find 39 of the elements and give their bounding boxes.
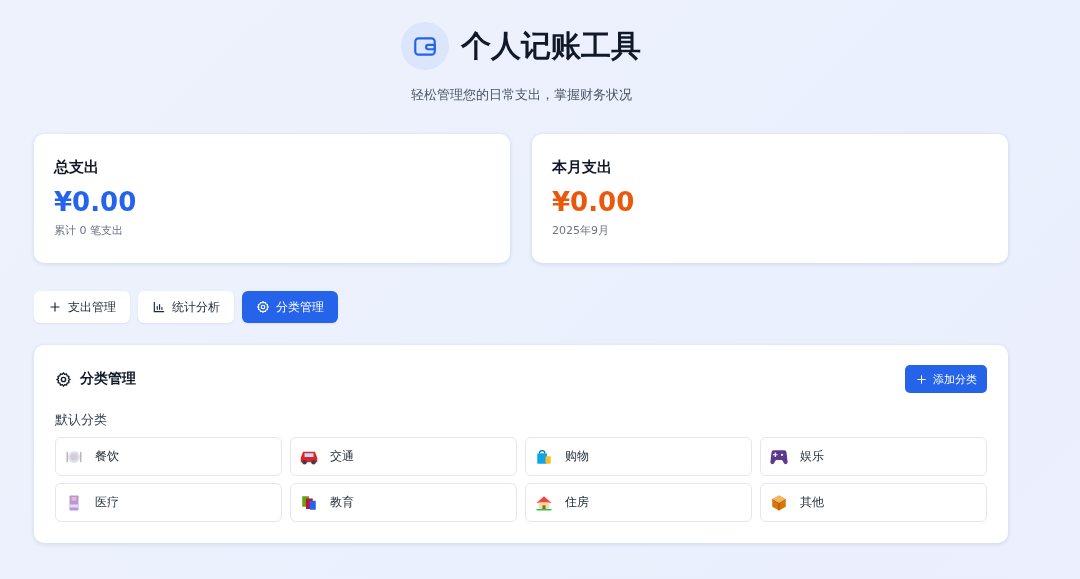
card-label: 本月支出 — [552, 158, 612, 177]
tab[interactable]: 支出管理 — [34, 291, 130, 323]
category-name: 住房 — [565, 494, 589, 511]
card-label: 总支出 — [54, 158, 99, 177]
category-name: 娱乐 — [800, 448, 824, 465]
gamepad-icon — [770, 447, 788, 466]
category-item[interactable]: 医疗 — [55, 483, 282, 522]
category-name: 其他 — [800, 494, 824, 511]
category-name: 交通 — [330, 448, 354, 465]
tab[interactable]: 统计分析 — [138, 291, 234, 323]
shopping-bag-icon — [535, 447, 553, 466]
amount-value: ¥0.00 — [552, 187, 635, 217]
category-item[interactable]: 教育 — [290, 483, 517, 522]
tab[interactable]: 分类管理 — [242, 291, 338, 323]
category-item[interactable]: 住房 — [525, 483, 752, 522]
settings-icon — [256, 300, 270, 314]
panel-title: 分类管理 — [80, 370, 136, 388]
category-item[interactable]: 娱乐 — [760, 437, 987, 476]
category-name: 教育 — [330, 494, 354, 511]
package-icon — [770, 493, 788, 512]
app-title: 个人记账工具 — [461, 26, 641, 65]
section-label: 默认分类 — [55, 411, 107, 429]
add-category-button[interactable]: 添加分类 — [905, 365, 987, 393]
amount-value: ¥0.00 — [54, 187, 137, 217]
category-item[interactable]: 购物 — [525, 437, 752, 476]
card-note: 累计 0 笔支出 — [54, 223, 123, 238]
category-name: 餐饮 — [95, 448, 119, 465]
category-name: 购物 — [565, 448, 589, 465]
bar-chart-icon — [152, 300, 166, 314]
plus-icon — [915, 372, 928, 386]
app-subtitle: 轻松管理您的日常支出，掌握财务状况 — [410, 86, 632, 104]
plus-icon — [48, 300, 62, 314]
category-item[interactable]: 其他 — [760, 483, 987, 522]
category-item[interactable]: 餐饮 — [55, 437, 282, 476]
category-item[interactable]: 交通 — [290, 437, 517, 476]
category-name: 医疗 — [95, 494, 119, 511]
card-note: 2025年9月 — [552, 223, 609, 238]
books-icon — [300, 493, 318, 512]
settings-icon — [55, 370, 72, 388]
